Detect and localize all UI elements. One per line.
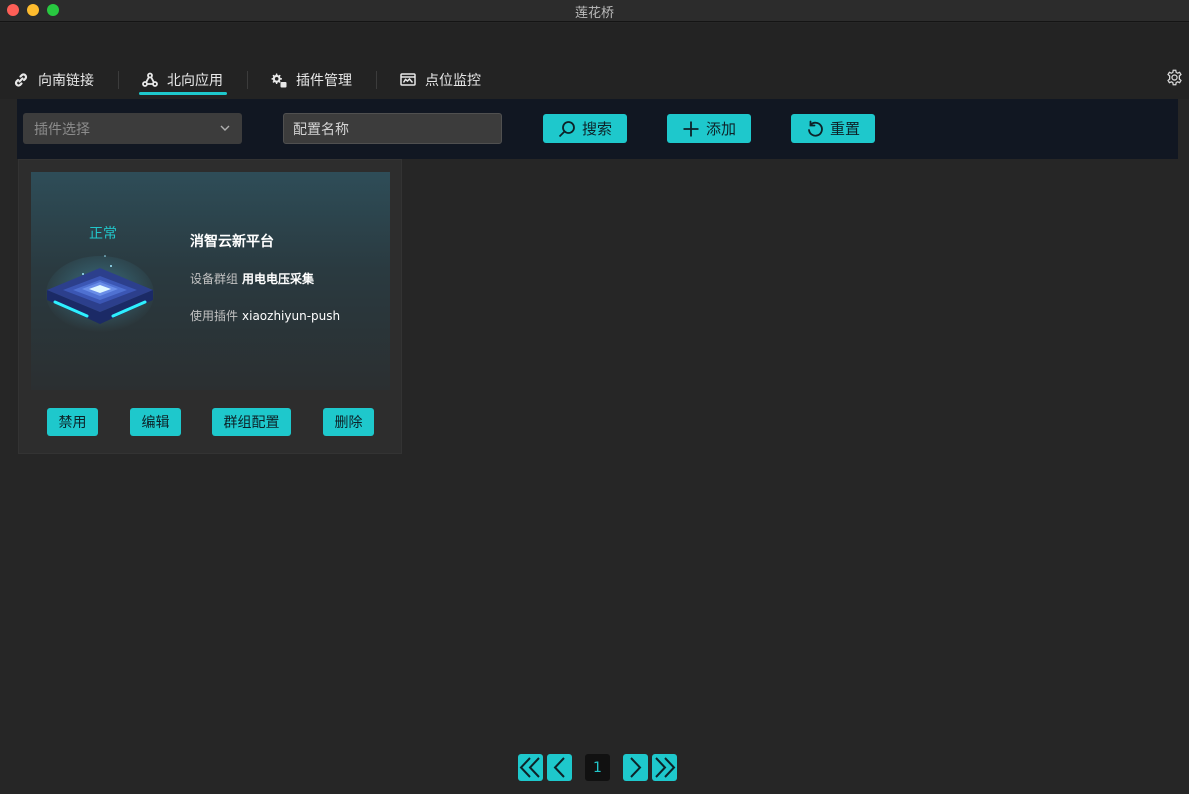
plugin-icon [271,73,287,88]
double-chevron-left-icon [519,757,540,778]
prev-page-button[interactable] [547,754,572,781]
edit-button[interactable]: 编辑 [130,408,181,436]
double-chevron-right-icon [655,757,676,778]
group-config-button-label: 群组配置 [223,415,280,431]
window-title: 莲花桥 [574,6,614,21]
group-config-button[interactable]: 群组配置 [212,408,291,436]
chevron-right-icon [630,757,642,778]
tab-plugins-label: 插件管理 [296,73,352,89]
add-button[interactable]: 添加 [667,114,751,143]
page-number-current[interactable]: 1 [585,754,610,781]
nav-divider [118,71,119,89]
last-page-button[interactable] [652,754,677,781]
config-name-input[interactable]: 配置名称 [283,113,502,144]
device-group-value: 用电电压采集 [242,272,315,286]
title-bar: 莲花桥 [0,0,1189,22]
disable-button[interactable]: 禁用 [47,408,98,436]
plus-icon [683,121,699,136]
first-page-button[interactable] [518,754,543,781]
status-badge: 正常 [89,226,117,242]
search-button[interactable]: 搜索 [543,114,627,143]
tab-plugins[interactable]: 插件管理 [271,69,352,91]
tab-southbound-label: 向南链接 [38,73,94,89]
plugin-select-placeholder: 插件选择 [34,121,90,138]
filter-toolbar: 插件选择 配置名称 搜索 添加 重置 [17,99,1178,159]
chevron-down-icon [220,125,230,131]
app-card: 正常 消智云新平台 设备群组 用电电压采集 使用插件 xiaozhiyun-pu… [18,159,402,454]
edit-button-label: 编辑 [141,415,170,431]
top-nav: 向南链接 北向应用 插件管理 点位监控 [0,23,1189,99]
tab-northbound-label: 北向应用 [167,73,223,89]
plugin-value: xiaozhiyun-push [242,309,341,323]
next-page-button[interactable] [623,754,648,781]
add-button-label: 添加 [705,120,736,138]
tab-monitoring-label: 点位监控 [425,73,481,89]
pagination: 1 [518,754,678,781]
apps-icon [142,72,158,87]
plugin-row: 使用插件 xiaozhiyun-push [190,307,340,324]
search-icon [558,120,575,137]
tab-northbound[interactable]: 北向应用 [142,69,223,91]
config-name-value: 配置名称 [293,121,349,138]
reset-button-label: 重置 [829,120,860,138]
nav-divider [247,71,248,89]
monitor-icon [400,73,416,86]
chevron-left-icon [553,757,565,778]
link-icon [14,73,28,87]
search-button-label: 搜索 [581,120,612,138]
reset-icon [808,120,823,137]
card-title: 消智云新平台 [190,234,274,250]
device-group-label: 设备群组 [190,272,239,286]
reset-button[interactable]: 重置 [791,114,875,143]
nav-divider [376,71,377,89]
delete-button-label: 删除 [334,415,363,431]
tab-southbound[interactable]: 向南链接 [13,69,94,91]
plugin-select[interactable]: 插件选择 [23,113,242,144]
tab-monitoring[interactable]: 点位监控 [400,69,481,91]
disable-button-label: 禁用 [58,415,87,431]
card-body: 正常 消智云新平台 设备群组 用电电压采集 使用插件 xiaozhiyun-pu… [31,172,390,390]
device-group-row: 设备群组 用电电压采集 [190,270,314,287]
active-tab-indicator [139,92,227,95]
gear-icon[interactable] [1166,69,1183,86]
chip-icon [46,255,154,332]
delete-button[interactable]: 删除 [323,408,374,436]
plugin-label: 使用插件 [190,309,239,323]
